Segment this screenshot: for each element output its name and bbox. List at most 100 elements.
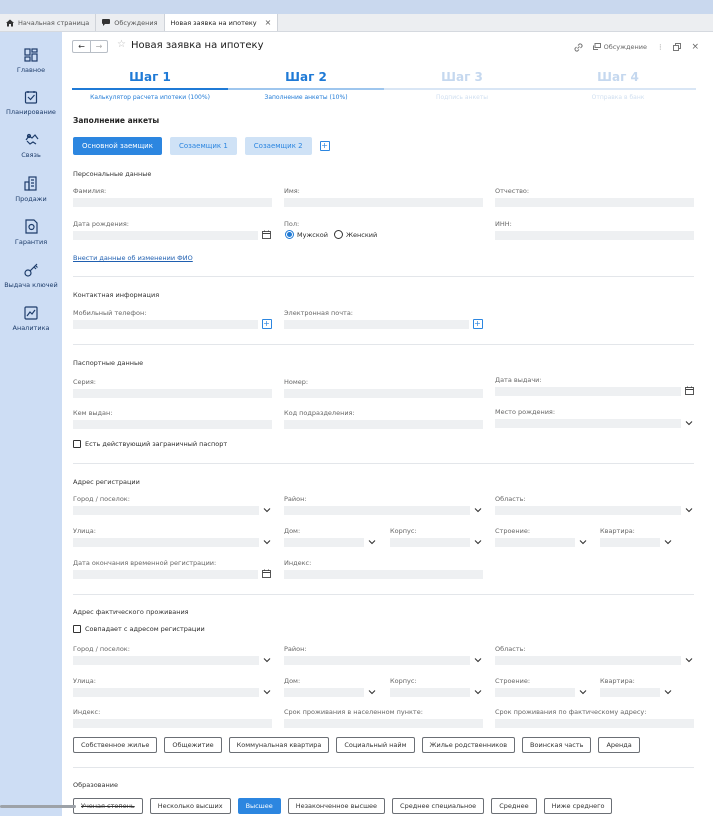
chevron-down-icon[interactable] — [262, 687, 272, 697]
tab-coborrower-1[interactable]: Созаемщик 1 — [169, 137, 237, 155]
tab-main-borrower[interactable]: Основной заемщик — [73, 137, 162, 155]
act-street-select[interactable] — [73, 688, 259, 697]
reg-house-select[interactable] — [284, 538, 364, 547]
step-1[interactable]: Шаг 1 Калькулятор расчета ипотеки (100%) — [72, 70, 228, 101]
chevron-down-icon[interactable] — [473, 537, 483, 547]
birth-date-input[interactable] — [73, 231, 258, 240]
calendar-icon[interactable] — [261, 229, 272, 240]
reg-street-select[interactable] — [73, 538, 259, 547]
sidebar-item-main[interactable]: Главное — [0, 48, 62, 74]
back-button[interactable]: ← — [73, 41, 90, 52]
step-3[interactable]: Шаг 3 Подпись анкеты — [384, 70, 540, 101]
education-option[interactable]: Среднее — [491, 798, 537, 814]
housing-option[interactable]: Коммунальная квартира — [228, 737, 330, 753]
education-option-selected[interactable]: Высшее — [237, 798, 281, 814]
tab-home[interactable]: Начальная страница — [0, 14, 97, 31]
housing-option[interactable]: Воинская часть — [522, 737, 592, 753]
act-index-input[interactable] — [73, 719, 272, 728]
sidebar-item-sales[interactable]: Продажи — [0, 176, 62, 203]
reg-structure-select[interactable] — [495, 538, 575, 547]
sidebar-item-keys[interactable]: Выдача ключей — [0, 262, 62, 289]
name-change-link[interactable]: Внести данные об изменении ФИО — [73, 254, 193, 262]
passport-series-input[interactable] — [73, 389, 272, 398]
education-option[interactable]: Ученая степень — [73, 798, 143, 814]
foreign-passport-checkbox[interactable]: Есть действующий заграничный паспорт — [73, 440, 227, 448]
housing-option[interactable]: Социальный найм — [336, 737, 415, 753]
education-option[interactable]: Несколько высших — [149, 798, 231, 814]
chevron-down-icon[interactable] — [367, 537, 377, 547]
gender-male-radio[interactable]: Мужской — [285, 230, 328, 239]
passport-number-input[interactable] — [284, 389, 483, 398]
reg-region-select[interactable] — [495, 506, 681, 515]
phone-input[interactable] — [73, 320, 258, 329]
forward-button[interactable]: → — [90, 41, 107, 52]
act-structure-select[interactable] — [495, 688, 575, 697]
add-phone-icon[interactable]: + — [261, 318, 272, 329]
issue-date-input[interactable] — [495, 387, 681, 396]
tab-coborrower-2[interactable]: Созаемщик 2 — [244, 137, 312, 155]
step-4[interactable]: Шаг 4 Отправка в банк — [540, 70, 696, 101]
patronymic-input[interactable] — [495, 198, 694, 207]
discussion-button[interactable]: Обсуждение — [592, 43, 647, 51]
step-2[interactable]: Шаг 2 Заполнение анкеты (10%) — [228, 70, 384, 101]
calendar-icon[interactable] — [684, 385, 695, 396]
first-name-input[interactable] — [284, 198, 483, 207]
term-city-input[interactable] — [284, 719, 483, 728]
reg-building-select[interactable] — [390, 538, 470, 547]
act-region-select[interactable] — [495, 656, 681, 665]
education-option[interactable]: Незаконченное высшее — [287, 798, 386, 814]
chevron-down-icon[interactable] — [473, 505, 483, 515]
add-coborrower-button[interactable]: + — [319, 141, 330, 151]
more-icon[interactable]: ⋮ — [657, 43, 664, 51]
calendar-icon[interactable] — [261, 568, 272, 579]
act-city-select[interactable] — [73, 656, 259, 665]
dept-code-input[interactable] — [284, 420, 483, 429]
close-icon[interactable]: × — [691, 42, 699, 52]
housing-option[interactable]: Жилье родственников — [421, 737, 516, 753]
gender-female-radio[interactable]: Женский — [334, 230, 377, 239]
act-house-select[interactable] — [284, 688, 364, 697]
horizontal-scrollbar[interactable] — [0, 805, 76, 808]
chevron-down-icon[interactable] — [578, 537, 588, 547]
chevron-down-icon[interactable] — [684, 418, 694, 428]
favorite-star-icon[interactable]: ☆ — [117, 39, 126, 50]
birth-place-select[interactable] — [495, 419, 681, 428]
sidebar-item-warranty[interactable]: Гарантия — [0, 219, 62, 246]
education-option[interactable]: Среднее специальное — [392, 798, 485, 814]
housing-option[interactable]: Аренда — [598, 737, 640, 753]
chevron-down-icon[interactable] — [262, 537, 272, 547]
chevron-down-icon[interactable] — [262, 505, 272, 515]
act-apartment-select[interactable] — [600, 688, 660, 697]
link-icon[interactable] — [574, 42, 583, 52]
chevron-down-icon[interactable] — [473, 655, 483, 665]
chevron-down-icon[interactable] — [663, 537, 673, 547]
issued-by-input[interactable] — [73, 420, 272, 429]
chevron-down-icon[interactable] — [473, 687, 483, 697]
reg-district-select[interactable] — [284, 506, 470, 515]
housing-option[interactable]: Общежитие — [164, 737, 222, 753]
email-input[interactable] — [284, 320, 469, 329]
reg-apartment-select[interactable] — [600, 538, 660, 547]
tab-discussions[interactable]: Обсуждения — [96, 14, 165, 31]
last-name-input[interactable] — [73, 198, 272, 207]
same-address-checkbox[interactable]: Совпадает с адресом регистрации — [73, 625, 205, 633]
sidebar-item-planning[interactable]: Планирование — [0, 90, 62, 116]
chevron-down-icon[interactable] — [684, 505, 694, 515]
chevron-down-icon[interactable] — [367, 687, 377, 697]
add-email-icon[interactable]: + — [472, 318, 483, 329]
inn-input[interactable] — [495, 231, 694, 240]
tab-new-mortgage[interactable]: Новая заявка на ипотеку × — [164, 14, 279, 31]
reg-city-select[interactable] — [73, 506, 259, 515]
term-address-input[interactable] — [495, 719, 694, 728]
temp-reg-end-input[interactable] — [73, 570, 258, 579]
close-icon[interactable]: × — [265, 18, 272, 27]
act-district-select[interactable] — [284, 656, 470, 665]
housing-option[interactable]: Собственное жилье — [73, 737, 158, 753]
education-option[interactable]: Ниже среднего — [543, 798, 613, 814]
chevron-down-icon[interactable] — [578, 687, 588, 697]
chevron-down-icon[interactable] — [262, 655, 272, 665]
chevron-down-icon[interactable] — [684, 655, 694, 665]
sidebar-item-analytics[interactable]: Аналитика — [0, 306, 62, 332]
reg-index-input[interactable] — [284, 570, 483, 579]
act-building-select[interactable] — [390, 688, 470, 697]
